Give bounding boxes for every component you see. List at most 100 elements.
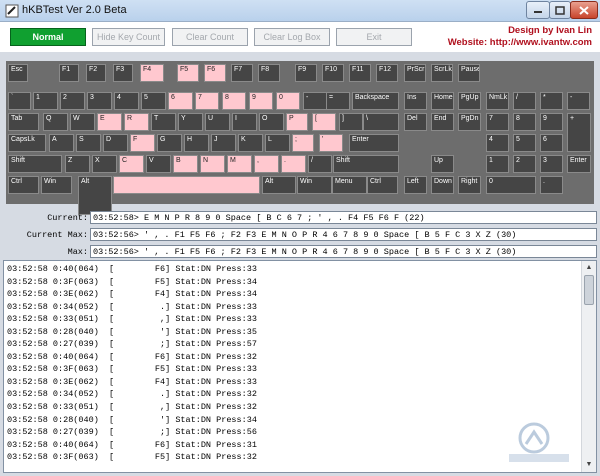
key-2: 2 (513, 155, 536, 173)
pconline-watermark-icon (509, 422, 569, 462)
key-sym: , (254, 155, 279, 173)
max-field[interactable]: 03:52:56> ' , . F1 F5 F6 ; F2 F3 E M N O… (90, 245, 597, 258)
key-f11: F11 (349, 64, 371, 82)
key-e: E (97, 113, 122, 131)
key-9: 9 (249, 92, 273, 110)
key-1: 1 (33, 92, 58, 110)
key-sym: ` (8, 92, 31, 110)
key-9: 9 (540, 113, 563, 131)
key-b: B (173, 155, 198, 173)
key-x: X (92, 155, 117, 173)
key-k: K (238, 134, 263, 152)
key-f12: F12 (376, 64, 398, 82)
current-label: Current: (47, 213, 88, 223)
key-p: P (286, 113, 308, 131)
vertical-scrollbar[interactable]: ▲ ▼ (581, 261, 596, 472)
log-line: 03:52:58 0:28(040) [ '] Stat:DN Press:35 (7, 326, 257, 337)
key-4: 4 (486, 134, 509, 152)
log-line: 03:52:58 0:27(039) [ ;] Stat:DN Press:56 (7, 427, 257, 438)
maximize-icon (555, 5, 565, 15)
key-up: Up (431, 155, 454, 173)
key-alt: Alt (262, 176, 296, 194)
key-ins: Ins (404, 92, 427, 110)
key-z: Z (65, 155, 90, 173)
key-sym: / (308, 155, 332, 173)
key-6: 6 (168, 92, 193, 110)
key-pause: Pause (458, 64, 480, 82)
key-sym: - (567, 92, 590, 110)
log-line: 03:52:58 0:3F(063) [ F5] Stat:DN Press:3… (7, 364, 257, 375)
key-f5: F5 (177, 64, 199, 82)
key-0: 0 (486, 176, 536, 194)
key-shift: Shift (8, 155, 62, 173)
key-sym: / (513, 92, 536, 110)
key-sym: - (303, 92, 327, 110)
log-line: 03:52:58 0:27(039) [ ;] Stat:DN Press:57 (7, 339, 257, 350)
key-s: S (76, 134, 101, 152)
log-box[interactable]: 03:52:58 0:40(064) [ F6] Stat:DN Press:3… (3, 260, 597, 473)
key-sym: ' (319, 134, 343, 152)
title-bar: hKBTest Ver 2.0 Beta (0, 0, 600, 22)
key-sym: ; (292, 134, 314, 152)
key-end: End (431, 113, 454, 131)
clear-count-button[interactable]: Clear Count (172, 28, 248, 46)
minimize-icon (534, 11, 542, 13)
key-sym: + (567, 113, 591, 152)
key-space (113, 176, 260, 194)
normal-button[interactable]: Normal (10, 28, 86, 46)
key-4: 4 (114, 92, 139, 110)
log-line: 03:52:58 0:34(052) [ .] Stat:DN Press:32 (7, 389, 257, 400)
key-del: Del (404, 113, 427, 131)
maximize-button[interactable] (549, 1, 571, 19)
key-capslk: CapsLk (8, 134, 46, 152)
key-6: 6 (540, 134, 563, 152)
exit-button[interactable]: Exit (336, 28, 412, 46)
key-8: 8 (513, 113, 536, 131)
key-ctrl: Ctrl (8, 176, 39, 194)
toolbar: Normal Hide Key Count Clear Count Clear … (0, 22, 600, 52)
key-7: 7 (486, 113, 509, 131)
key-sym: \ (363, 113, 399, 131)
log-line: 03:52:58 0:3E(062) [ F4] Stat:DN Press:3… (7, 289, 257, 300)
key-f9: F9 (295, 64, 317, 82)
key-5: 5 (141, 92, 166, 110)
key-7: 7 (195, 92, 219, 110)
key-0: 0 (276, 92, 300, 110)
website-credit: Website: http://www.ivantw.com (447, 37, 592, 48)
key-scrlk: ScrLk (431, 64, 453, 82)
key-j: J (211, 134, 236, 152)
scroll-thumb[interactable] (584, 275, 594, 305)
clear-log-box-button[interactable]: Clear Log Box (254, 28, 330, 46)
hide-key-count-button[interactable]: Hide Key Count (92, 28, 165, 46)
key-alt: Alt (78, 176, 112, 215)
designer-credit: Design by Ivan Lin (508, 25, 592, 36)
log-line: 03:52:58 0:3E(062) [ F4] Stat:DN Press:3… (7, 376, 257, 387)
key-l: L (265, 134, 290, 152)
key-pgdn: PgDn (458, 113, 481, 131)
current-field[interactable]: 03:52:58> E M N P R 8 9 0 Space [ B C 6 … (90, 211, 597, 224)
close-button[interactable] (570, 1, 598, 19)
scroll-down-arrow-icon[interactable]: ▼ (583, 459, 595, 471)
key-shift: Shift (333, 155, 399, 173)
key-o: O (259, 113, 284, 131)
log-line: 03:52:58 0:3F(063) [ F5] Stat:DN Press:3… (7, 452, 257, 463)
log-line: 03:52:58 0:33(051) [ ,] Stat:DN Press:33 (7, 314, 257, 325)
key-8: 8 (222, 92, 246, 110)
key-f7: F7 (231, 64, 253, 82)
key-i: I (232, 113, 257, 131)
key-enter: Enter (567, 155, 591, 173)
key-f8: F8 (258, 64, 280, 82)
key-m: M (227, 155, 252, 173)
log-line: 03:52:58 0:28(040) [ '] Stat:DN Press:34 (7, 414, 257, 425)
key-sym: = (326, 92, 350, 110)
minimize-button[interactable] (526, 1, 550, 19)
key-backspace: Backspace (352, 92, 399, 110)
key-f2: F2 (86, 64, 106, 82)
scroll-up-arrow-icon[interactable]: ▲ (583, 262, 595, 274)
keyboard-app-icon (5, 4, 19, 18)
key-left: Left (404, 176, 427, 194)
log-line: 03:52:58 0:33(051) [ ,] Stat:DN Press:32 (7, 402, 257, 413)
key-a: A (49, 134, 74, 152)
current-max-field[interactable]: 03:52:56> ' , . F1 F5 F6 ; F2 F3 E M N O… (90, 228, 597, 241)
key-menu: Menu (332, 176, 367, 194)
